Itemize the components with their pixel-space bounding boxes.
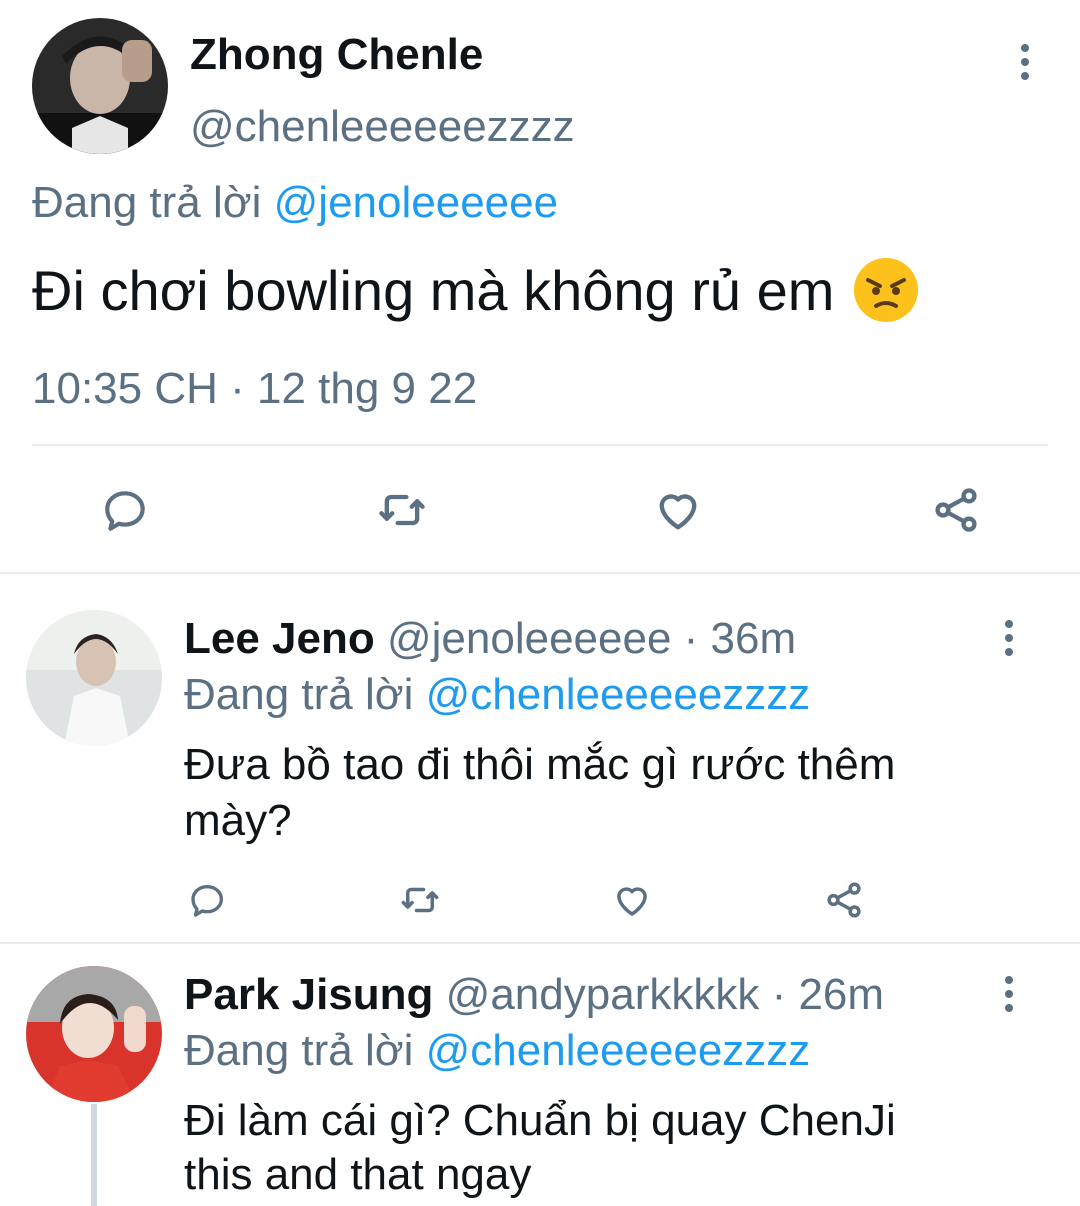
retweet-icon — [401, 887, 439, 913]
reply-2-replying-line: Đang trả lời @chenleeeeeezzzz — [184, 1026, 810, 1076]
share-button[interactable] — [820, 876, 868, 924]
reply-author-name[interactable]: Park Jisung — [184, 970, 433, 1019]
more-options-icon[interactable] — [1005, 32, 1045, 92]
avatar-main[interactable] — [32, 18, 168, 154]
main-tweet-text: Đi chơi bowling mà không rủ em — [32, 258, 835, 322]
replying-prefix: Đang trả lời — [184, 1026, 414, 1075]
avatar-reply-1[interactable] — [26, 610, 162, 746]
share-icon — [827, 882, 861, 918]
reply-time: · 26m — [771, 970, 885, 1019]
more-options-icon[interactable] — [989, 964, 1029, 1024]
replying-to-link[interactable]: @jenoleeeeee — [274, 178, 558, 227]
section-divider — [0, 572, 1080, 574]
main-replying-line: Đang trả lời @jenoleeeeee — [32, 178, 558, 228]
section-divider — [0, 942, 1080, 944]
avatar-photo-jeno — [26, 610, 162, 746]
main-tweet-text-row: Đi chơi bowling mà không rủ em — [32, 256, 920, 324]
more-options-icon[interactable] — [989, 608, 1029, 668]
reply-2-header: Park Jisung @andyparkkkkk · 26m — [184, 970, 884, 1020]
share-button[interactable] — [924, 478, 988, 542]
avatar-photo-chenle — [32, 18, 168, 154]
reply-1-replying-line: Đang trả lời @chenleeeeeezzzz — [184, 670, 810, 720]
like-icon — [617, 887, 647, 916]
like-button[interactable] — [646, 478, 710, 542]
reply-icon — [191, 885, 223, 917]
retweet-button[interactable] — [370, 478, 434, 542]
like-icon — [659, 494, 697, 530]
reply-button[interactable] — [184, 876, 232, 924]
replying-to-link[interactable]: @chenleeeeeezzzz — [426, 1026, 811, 1075]
avatar-photo-jisung — [26, 966, 162, 1102]
main-author-handle[interactable]: @chenleeeeeezzzz — [190, 102, 575, 152]
like-button[interactable] — [608, 876, 656, 924]
avatar-reply-2[interactable] — [26, 966, 162, 1102]
share-icon — [935, 488, 977, 532]
reply-icon — [105, 491, 145, 531]
replying-to-link[interactable]: @chenleeeeeezzzz — [426, 670, 811, 719]
retweet-button[interactable] — [396, 876, 444, 924]
main-author-name[interactable]: Zhong Chenle — [190, 30, 483, 80]
reply-author-name[interactable]: Lee Jeno — [184, 614, 375, 663]
reply-button[interactable] — [94, 478, 158, 542]
reply-1-text-line-2: mày? — [184, 796, 292, 845]
divider — [32, 444, 1048, 446]
angry-face-icon — [852, 256, 920, 324]
reply-author-handle[interactable]: @andyparkkkkk — [446, 970, 760, 1019]
replying-prefix: Đang trả lời — [32, 178, 262, 227]
reply-2-text-line-1: Đi làm cái gì? Chuẩn bị quay ChenJi — [184, 1096, 896, 1145]
reply-1-header: Lee Jeno @jenoleeeeee · 36m — [184, 614, 796, 664]
main-timestamp[interactable]: 10:35 CH · 12 thg 9 22 — [32, 364, 477, 414]
reply-time: · 36m — [683, 614, 797, 663]
retweet-icon — [379, 494, 425, 526]
reply-1-text-line-1: Đưa bồ tao đi thôi mắc gì rước thêm — [184, 740, 896, 789]
reply-author-handle[interactable]: @jenoleeeeee — [387, 614, 671, 663]
reply-2-text-line-2: this and that ngay — [184, 1150, 532, 1199]
replying-prefix: Đang trả lời — [184, 670, 414, 719]
thread-line — [91, 1104, 97, 1206]
